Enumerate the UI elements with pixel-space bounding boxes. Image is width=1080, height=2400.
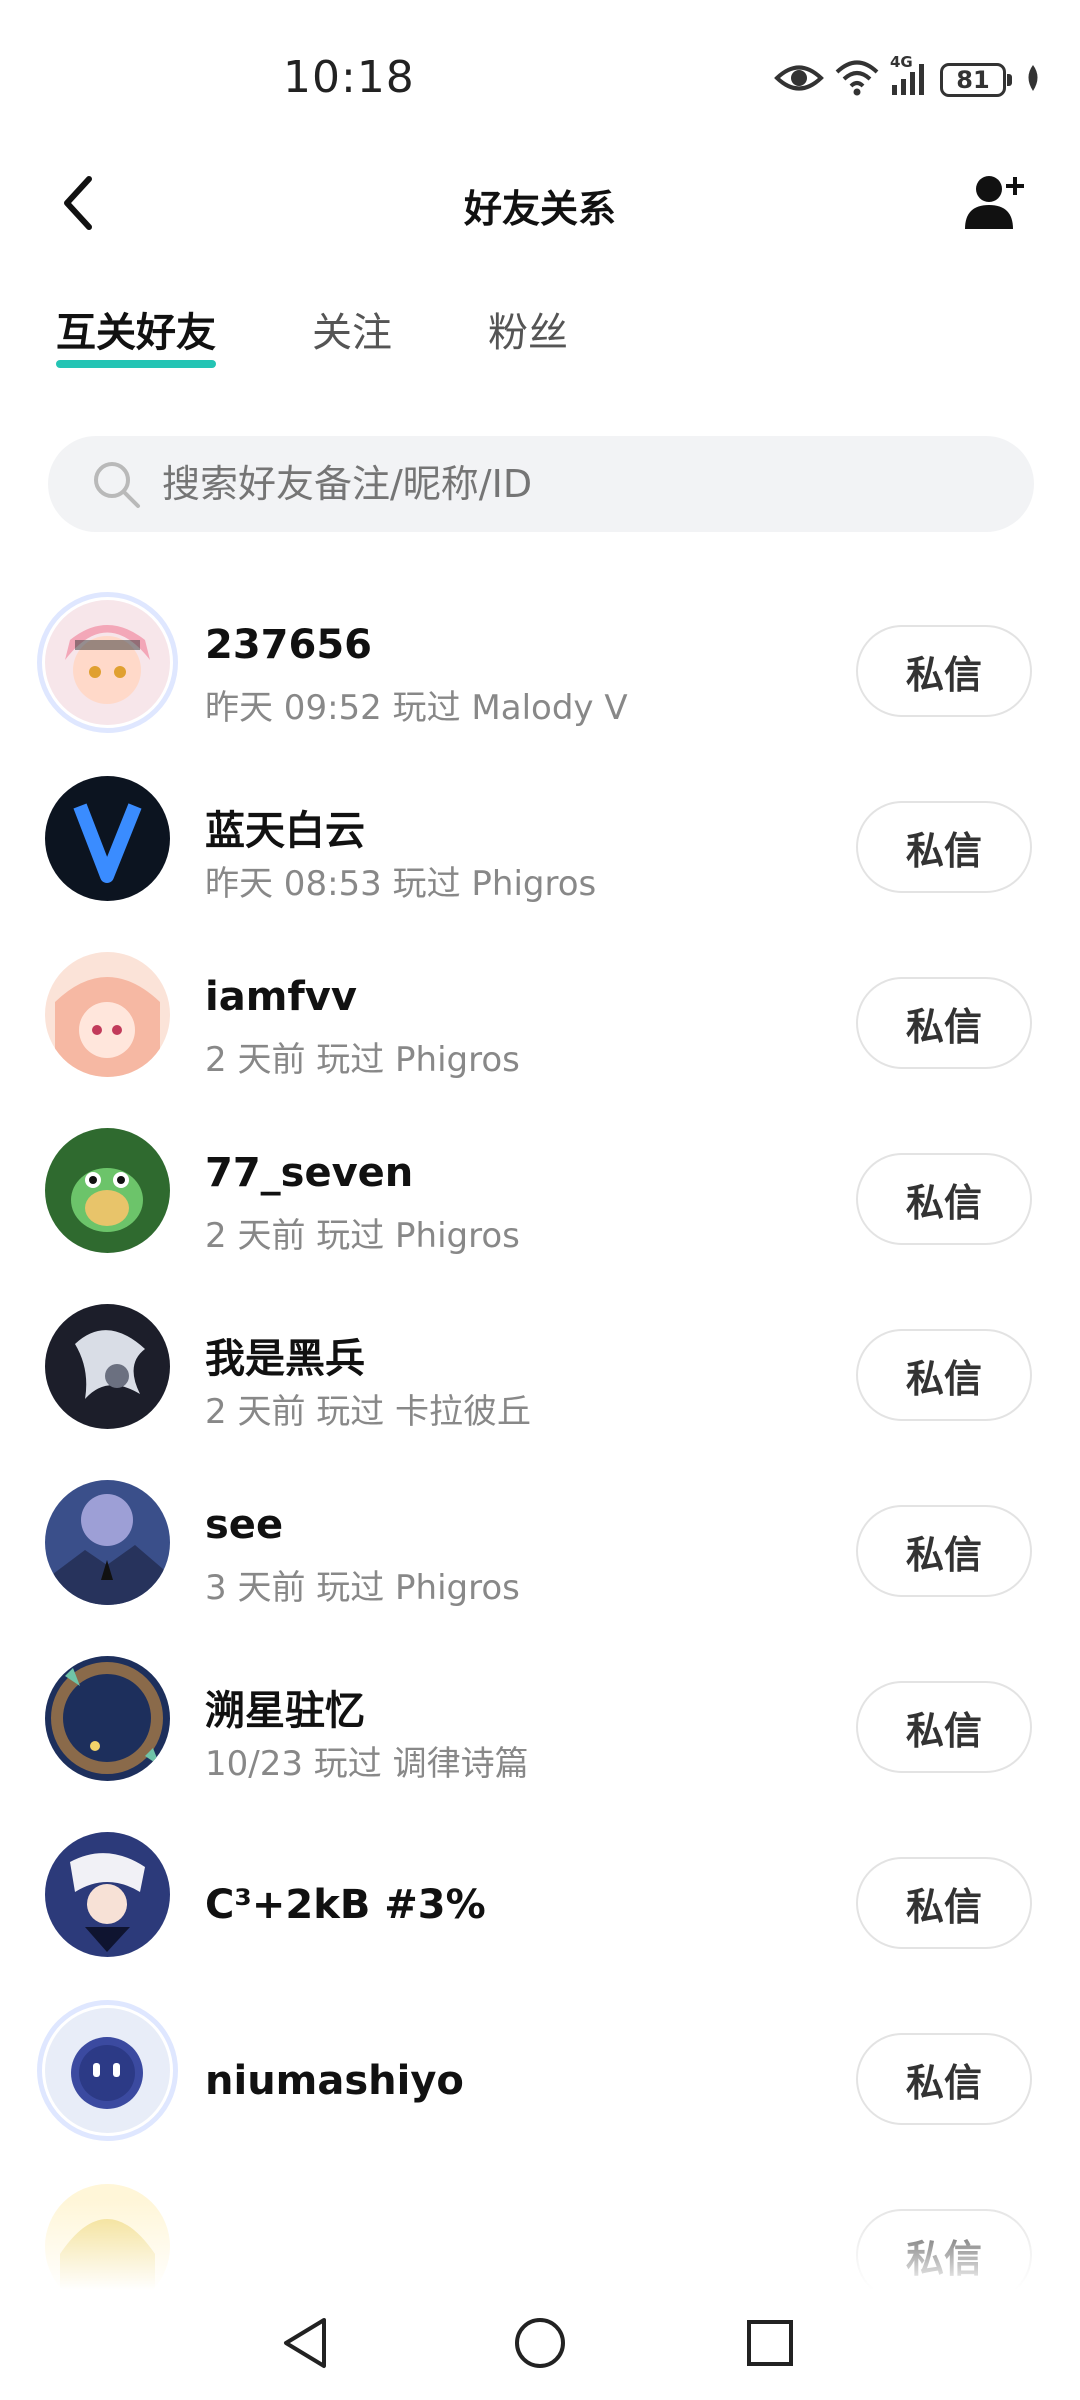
tab-label: 关注 (312, 310, 392, 356)
avatar[interactable] (37, 592, 178, 733)
friend-activity: 10/23 玩过 调律诗篇 (205, 1744, 529, 1784)
friend-activity: 2 天前 玩过 卡拉彼丘 (205, 1392, 532, 1432)
search-icon (90, 458, 142, 510)
signal-icon: 4G (890, 53, 930, 101)
avatar[interactable] (45, 1304, 170, 1429)
friend-row[interactable]: C³+2kB #3% 私信 (0, 1802, 1080, 1982)
friend-name: niumashiyo (205, 2058, 464, 2104)
tab-fans[interactable]: 粉丝 (488, 300, 568, 358)
avatar[interactable] (45, 1832, 170, 1957)
page-title: 好友关系 (463, 187, 616, 231)
avatar[interactable] (45, 1480, 170, 1605)
tab-label: 粉丝 (488, 310, 568, 356)
tab-label: 互关好友 (56, 310, 216, 356)
triangle-back-icon (280, 2316, 330, 2374)
avatar-image (45, 776, 170, 901)
status-time: 10:18 (283, 52, 415, 103)
avatar-frame (37, 2000, 178, 2141)
avatar-image (45, 1656, 170, 1781)
avatar[interactable] (45, 1128, 170, 1253)
friend-name: 237656 (205, 622, 372, 668)
friend-activity: 3 天前 玩过 Phigros (205, 1568, 520, 1608)
message-button[interactable]: 私信 (856, 625, 1032, 717)
tab-active-indicator (56, 360, 216, 368)
square-recents-icon (745, 2318, 795, 2372)
system-nav-bar (0, 2290, 1080, 2400)
friend-name: 77_seven (205, 1150, 414, 1196)
add-friend-button[interactable] (956, 168, 1036, 240)
status-icons: 4G 81 (774, 53, 1042, 104)
avatar-image (45, 952, 170, 1077)
leaf-icon (1024, 63, 1042, 97)
tab-mutual-friends[interactable]: 互关好友 (56, 300, 216, 368)
tab-bar: 互关好友 关注 粉丝 (0, 300, 1080, 380)
friend-row[interactable]: 237656 昨天 09:52 玩过 Malody V 私信 (0, 570, 1080, 750)
message-button[interactable]: 私信 (856, 1857, 1032, 1949)
avatar-frame (37, 592, 178, 733)
message-button[interactable]: 私信 (856, 1505, 1032, 1597)
friend-row[interactable]: niumashiyo 私信 (0, 1978, 1080, 2158)
avatar[interactable] (45, 776, 170, 901)
list-fade-overlay (0, 2200, 1080, 2290)
message-button[interactable]: 私信 (856, 1681, 1032, 1773)
friend-row[interactable]: 蓝天白云 昨天 08:53 玩过 Phigros 私信 (0, 746, 1080, 926)
battery-icon: 81 (940, 63, 1012, 97)
search-input[interactable] (160, 461, 984, 507)
friend-row[interactable]: 我是黑兵 2 天前 玩过 卡拉彼丘 私信 (0, 1274, 1080, 1454)
eye-icon (774, 61, 824, 99)
message-button[interactable]: 私信 (856, 977, 1032, 1069)
friend-name: 我是黑兵 (205, 1336, 365, 1382)
message-button[interactable]: 私信 (856, 1153, 1032, 1245)
nav-home-button[interactable] (505, 2310, 575, 2380)
friend-activity: 2 天前 玩过 Phigros (205, 1216, 520, 1256)
friend-name: 蓝天白云 (205, 808, 365, 854)
friend-activity: 2 天前 玩过 Phigros (205, 1040, 520, 1080)
friend-activity: 昨天 08:53 玩过 Phigros (205, 864, 597, 904)
circle-home-icon (513, 2316, 567, 2374)
avatar-image (45, 1480, 170, 1605)
friend-row[interactable]: 溯星驻忆 10/23 玩过 调律诗篇 私信 (0, 1626, 1080, 1806)
message-button[interactable]: 私信 (856, 1329, 1032, 1421)
friend-name: C³+2kB #3% (205, 1882, 486, 1928)
friend-row[interactable]: iamfvv 2 天前 玩过 Phigros 私信 (0, 922, 1080, 1102)
add-user-icon (963, 173, 1029, 235)
avatar-image (45, 1832, 170, 1957)
battery-level: 81 (956, 66, 990, 94)
message-button[interactable]: 私信 (856, 801, 1032, 893)
nav-back-button[interactable] (270, 2310, 340, 2380)
friend-list: 237656 昨天 09:52 玩过 Malody V 私信 蓝天白云 昨天 0… (0, 570, 1080, 2290)
message-button[interactable]: 私信 (856, 2033, 1032, 2125)
friend-name: iamfvv (205, 974, 357, 1020)
search-bar[interactable] (48, 436, 1034, 532)
friend-name: see (205, 1502, 284, 1548)
friend-row[interactable]: 77_seven 2 天前 玩过 Phigros 私信 (0, 1098, 1080, 1278)
avatar[interactable] (45, 1656, 170, 1781)
network-type: 4G (890, 53, 913, 71)
status-bar: 10:18 4G 81 (0, 0, 1080, 150)
friend-name: 溯星驻忆 (205, 1688, 365, 1734)
tab-following[interactable]: 关注 (312, 300, 392, 358)
nav-recents-button[interactable] (735, 2310, 805, 2380)
avatar[interactable] (37, 2000, 178, 2141)
avatar-image (45, 1128, 170, 1253)
avatar-image (45, 1304, 170, 1429)
friend-activity: 昨天 09:52 玩过 Malody V (205, 688, 628, 728)
friend-row[interactable]: see 3 天前 玩过 Phigros 私信 (0, 1450, 1080, 1630)
wifi-icon (834, 59, 880, 101)
avatar[interactable] (45, 952, 170, 1077)
header: 好友关系 (0, 150, 1080, 260)
